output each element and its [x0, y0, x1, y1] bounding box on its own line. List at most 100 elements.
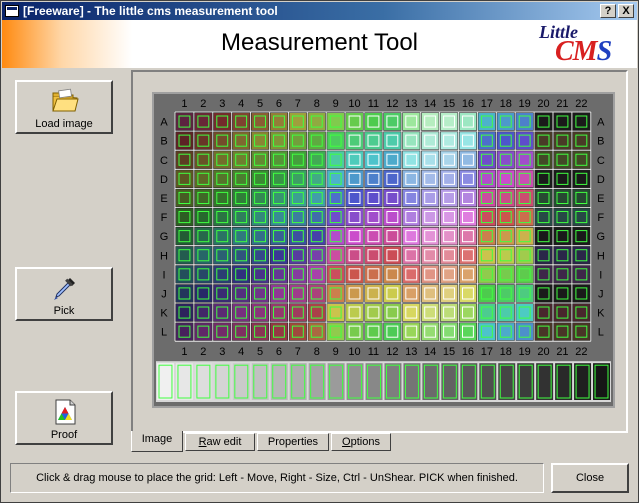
folder-icon [52, 88, 79, 112]
column-label-bottom: 14 [424, 346, 436, 358]
proof-button[interactable]: Proof [15, 391, 113, 445]
column-label-bottom: 11 [368, 346, 379, 358]
row-label-left: D [160, 174, 168, 186]
gray-patch [327, 363, 345, 400]
row-label-right: I [599, 269, 602, 281]
gray-patch [593, 363, 610, 400]
help-button[interactable]: ? [600, 4, 616, 18]
tab-options[interactable]: Options [331, 433, 391, 451]
gray-patch [460, 363, 478, 400]
column-label-bottom: 18 [500, 346, 512, 358]
column-label-bottom: 5 [257, 346, 263, 358]
row-label-right: H [597, 250, 605, 262]
row-label-right: D [597, 174, 605, 186]
column-label-bottom: 1 [181, 346, 187, 358]
row-label-right: F [597, 212, 604, 224]
column-label-bottom: 6 [276, 346, 282, 358]
column-label-top: 19 [519, 98, 531, 110]
measurement-target-grid[interactable]: 1122334455667788991010111112121313141415… [154, 94, 613, 406]
gray-patch [498, 363, 516, 400]
column-label-top: 9 [333, 98, 339, 110]
close-window-button[interactable]: X [618, 4, 634, 18]
logo-word-cms: CMS [555, 36, 612, 67]
row-label-left: A [160, 117, 168, 129]
window-title: [Freeware] - The little cms measurement … [23, 4, 278, 18]
sidebar: Load image Pick Proof [2, 68, 129, 460]
gray-patch [157, 363, 174, 400]
gray-patch [213, 363, 231, 400]
row-label-right: A [597, 117, 605, 129]
gray-patch [574, 363, 592, 400]
row-label-left: E [160, 193, 167, 205]
column-label-bottom: 2 [200, 346, 206, 358]
proof-label: Proof [50, 429, 78, 441]
column-label-top: 15 [443, 98, 455, 110]
row-label-right: L [598, 327, 604, 339]
tab-raw-edit[interactable]: Raw edit [185, 433, 255, 451]
tab-properties[interactable]: Properties [257, 433, 329, 451]
column-label-bottom: 10 [348, 346, 360, 358]
column-label-bottom: 17 [481, 346, 493, 358]
proof-document-icon [55, 399, 76, 425]
column-label-bottom: 12 [386, 346, 398, 358]
gray-patch [555, 363, 573, 400]
gray-patch [422, 363, 440, 400]
row-label-right: C [597, 155, 605, 167]
column-label-top: 1 [181, 98, 187, 110]
column-label-bottom: 20 [537, 346, 549, 358]
row-label-left: G [160, 231, 169, 243]
row-label-left: K [160, 308, 168, 320]
gray-patch [194, 363, 212, 400]
column-label-top: 13 [405, 98, 417, 110]
column-label-top: 14 [424, 98, 436, 110]
load-image-button[interactable]: Load image [15, 80, 113, 134]
row-label-right: K [597, 308, 605, 320]
column-label-top: 21 [556, 98, 568, 110]
app-icon [5, 5, 19, 17]
tab-image[interactable]: Image [131, 431, 183, 452]
row-label-left: J [161, 288, 167, 300]
column-label-top: 7 [295, 98, 301, 110]
column-label-bottom: 3 [219, 346, 225, 358]
gray-patch [365, 363, 383, 400]
column-label-bottom: 21 [556, 346, 568, 358]
gray-patch [289, 363, 307, 400]
gray-patch [441, 363, 459, 400]
gray-patch [232, 363, 250, 400]
pick-button[interactable]: Pick [15, 267, 113, 321]
row-label-right: E [597, 193, 604, 205]
gray-patch [346, 363, 364, 400]
column-label-top: 10 [348, 98, 360, 110]
column-label-bottom: 8 [314, 346, 320, 358]
gray-patch [270, 363, 288, 400]
header-banner: Measurement Tool Little CMS [2, 20, 637, 68]
column-label-bottom: 4 [238, 346, 244, 358]
row-label-right: J [598, 288, 604, 300]
gray-patch [536, 363, 554, 400]
gray-patch [403, 363, 421, 400]
column-label-bottom: 22 [575, 346, 587, 358]
row-label-left: L [161, 327, 167, 339]
column-label-top: 8 [314, 98, 320, 110]
row-label-left: B [160, 136, 167, 148]
column-label-top: 12 [386, 98, 398, 110]
gray-patch [308, 363, 326, 400]
column-label-top: 6 [276, 98, 282, 110]
eyedropper-icon [54, 278, 75, 300]
title-bar[interactable]: [Freeware] - The little cms measurement … [2, 2, 637, 20]
column-label-top: 16 [462, 98, 474, 110]
gray-patch [175, 363, 193, 400]
column-label-top: 11 [368, 98, 379, 110]
row-label-left: F [161, 212, 168, 224]
column-label-top: 2 [200, 98, 206, 110]
row-label-right: G [597, 231, 606, 243]
column-label-bottom: 19 [519, 346, 531, 358]
column-label-bottom: 15 [443, 346, 455, 358]
column-label-top: 22 [575, 98, 587, 110]
pick-label: Pick [53, 305, 75, 317]
column-label-top: 17 [481, 98, 493, 110]
column-label-top: 18 [500, 98, 512, 110]
close-button[interactable]: Close [551, 463, 629, 493]
column-label-top: 4 [238, 98, 244, 110]
column-label-bottom: 9 [333, 346, 339, 358]
